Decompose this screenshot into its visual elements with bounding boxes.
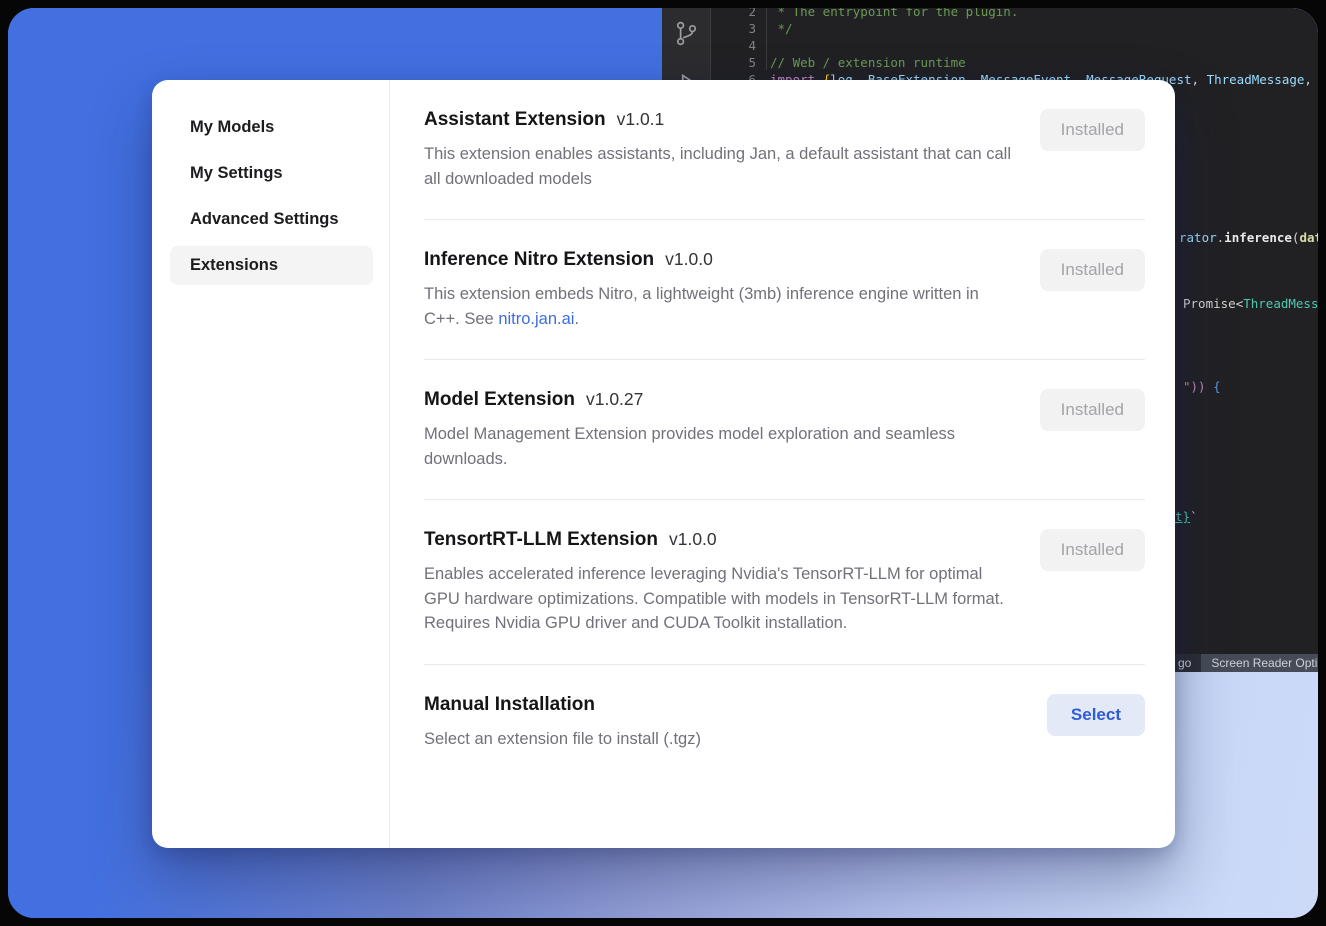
app-window: 2 * The entrypoint for the plugin.3 */45…	[8, 8, 1318, 918]
extension-description: This extension enables assistants, inclu…	[424, 142, 1016, 191]
code-fragment: Promise<ThreadMessage>	[1183, 296, 1318, 311]
code-fragment: rator.inference(data));	[1179, 230, 1318, 245]
editor-code-lines: 2 * The entrypoint for the plugin.3 */45…	[720, 8, 1318, 88]
extension-description: Model Management Extension provides mode…	[424, 422, 1016, 471]
extension-version: v1.0.0	[669, 529, 717, 549]
settings-modal: My Models My Settings Advanced Settings Ext…	[152, 80, 1175, 848]
code-fragment: t}`	[1175, 509, 1198, 524]
manual-installation-title: Manual Installation	[424, 694, 595, 715]
extension-version: v1.0.1	[617, 109, 665, 129]
extension-name: Assistant Extension	[424, 109, 606, 130]
extension-description: This extension embeds Nitro, a lightweig…	[424, 282, 1016, 331]
extension-row: Inference Nitro Extension v1.0.0 This ext…	[424, 220, 1145, 360]
extension-name: Inference Nitro Extension	[424, 249, 654, 270]
extension-row: Model Extension v1.0.27 Model Management …	[424, 360, 1145, 500]
settings-sidebar: My Models My Settings Advanced Settings Ext…	[152, 80, 390, 848]
extension-row: TensortRT-LLM Extension v1.0.0 Enables ac…	[424, 500, 1145, 665]
sidebar-item-my-models[interactable]: My Models	[170, 108, 373, 147]
extension-row: Assistant Extension v1.0.1 This extension…	[424, 80, 1145, 220]
extension-description: Enables accelerated inference leveraging…	[424, 562, 1016, 636]
installed-button: Installed	[1040, 109, 1145, 151]
sidebar-item-advanced-settings[interactable]: Advanced Settings	[170, 200, 373, 239]
extensions-list: Assistant Extension v1.0.1 This extension…	[390, 80, 1175, 848]
screen-reader-status-item[interactable]: Screen Reader Optimized	[1201, 654, 1318, 672]
source-control-icon[interactable]	[673, 20, 699, 48]
manual-installation-row: Manual Installation Select an extension …	[424, 665, 1145, 780]
extension-version: v1.0.27	[586, 389, 643, 409]
extension-name: Model Extension	[424, 389, 575, 410]
manual-installation-description: Select an extension file to install (.tg…	[424, 727, 701, 752]
extension-name: TensortRT-LLM Extension	[424, 529, 658, 550]
select-file-button[interactable]: Select	[1047, 694, 1145, 736]
extension-version: v1.0.0	[665, 249, 713, 269]
code-fragment: ")) {	[1183, 379, 1221, 394]
nitro-jan-ai-link[interactable]: nitro.jan.ai	[498, 310, 574, 328]
installed-button: Installed	[1040, 249, 1145, 291]
sidebar-item-my-settings[interactable]: My Settings	[170, 154, 373, 193]
sidebar-item-extensions[interactable]: Extensions	[170, 246, 373, 285]
installed-button: Installed	[1040, 529, 1145, 571]
installed-button: Installed	[1040, 389, 1145, 431]
